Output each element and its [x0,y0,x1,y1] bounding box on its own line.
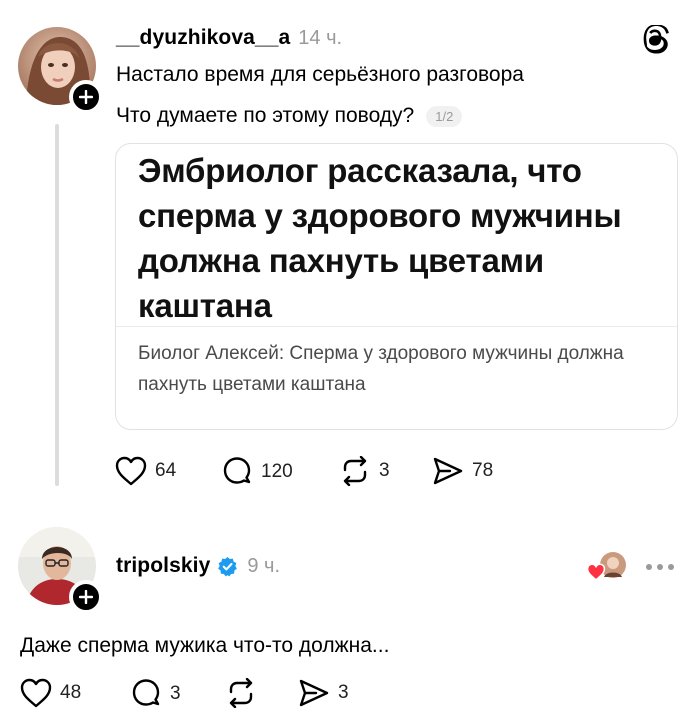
article-subtitle: Биолог Алексей: Сперма у здорового мужчи… [138,343,624,395]
more-options-icon[interactable] [646,564,674,570]
post2-text: Даже сперма мужика что-то должна... [20,634,390,657]
comment-button-post2[interactable]: 3 [130,678,181,709]
username-post1[interactable]: __dyuzhikova__a [116,26,290,50]
heart-icon [20,678,52,708]
follow-plus-button-post2[interactable] [69,580,103,614]
carousel-pager: 1/2 [426,105,463,127]
post1-line2: Что думаете по этому поводу? [116,104,415,127]
share-count-post1: 78 [472,460,494,481]
timestamp-post2[interactable]: 9 ч. [247,555,280,578]
article-divider [116,326,677,327]
like-count-post1: 64 [155,460,177,481]
like-button-post1[interactable]: 64 [115,456,176,486]
timestamp-post1[interactable]: 14 ч. [298,27,342,50]
username-post2[interactable]: tripolskiy [116,554,210,578]
repost-button-post1[interactable]: 3 [339,456,390,486]
liked-by-indicator[interactable] [586,551,628,583]
plus-icon [79,590,93,604]
post1-line1: Настало время для серьёзного разговора [116,63,524,86]
comment-bubble-icon [223,457,251,484]
thread-line [55,124,59,486]
repost-count-post1: 3 [379,460,390,481]
heart-icon [115,456,147,486]
verified-badge-icon [218,556,238,576]
like-button-post2[interactable]: 48 [20,678,81,708]
like-count-post2: 48 [60,682,82,703]
threads-logo-icon[interactable] [642,24,672,62]
comment-count-post2: 3 [170,682,181,704]
comment-bubble-icon [132,679,160,706]
repost-icon [343,456,367,486]
article-card[interactable]: Эмбриолог рассказала, что сперма у здоро… [115,143,678,430]
send-icon [433,457,463,485]
comment-count-post1: 120 [261,460,293,482]
article-title: Эмбриолог рассказала, что сперма у здоро… [138,152,622,324]
follow-plus-button-post1[interactable] [69,80,103,114]
repost-button-post2[interactable] [225,678,257,708]
send-icon [299,679,329,707]
repost-icon [229,678,253,708]
comment-button-post1[interactable]: 120 [221,456,293,487]
heart-filled-icon [586,563,606,581]
share-button-post1[interactable]: 78 [432,456,493,486]
share-button-post2[interactable]: 3 [298,678,349,708]
plus-icon [79,90,93,104]
share-count-post2: 3 [338,682,349,703]
